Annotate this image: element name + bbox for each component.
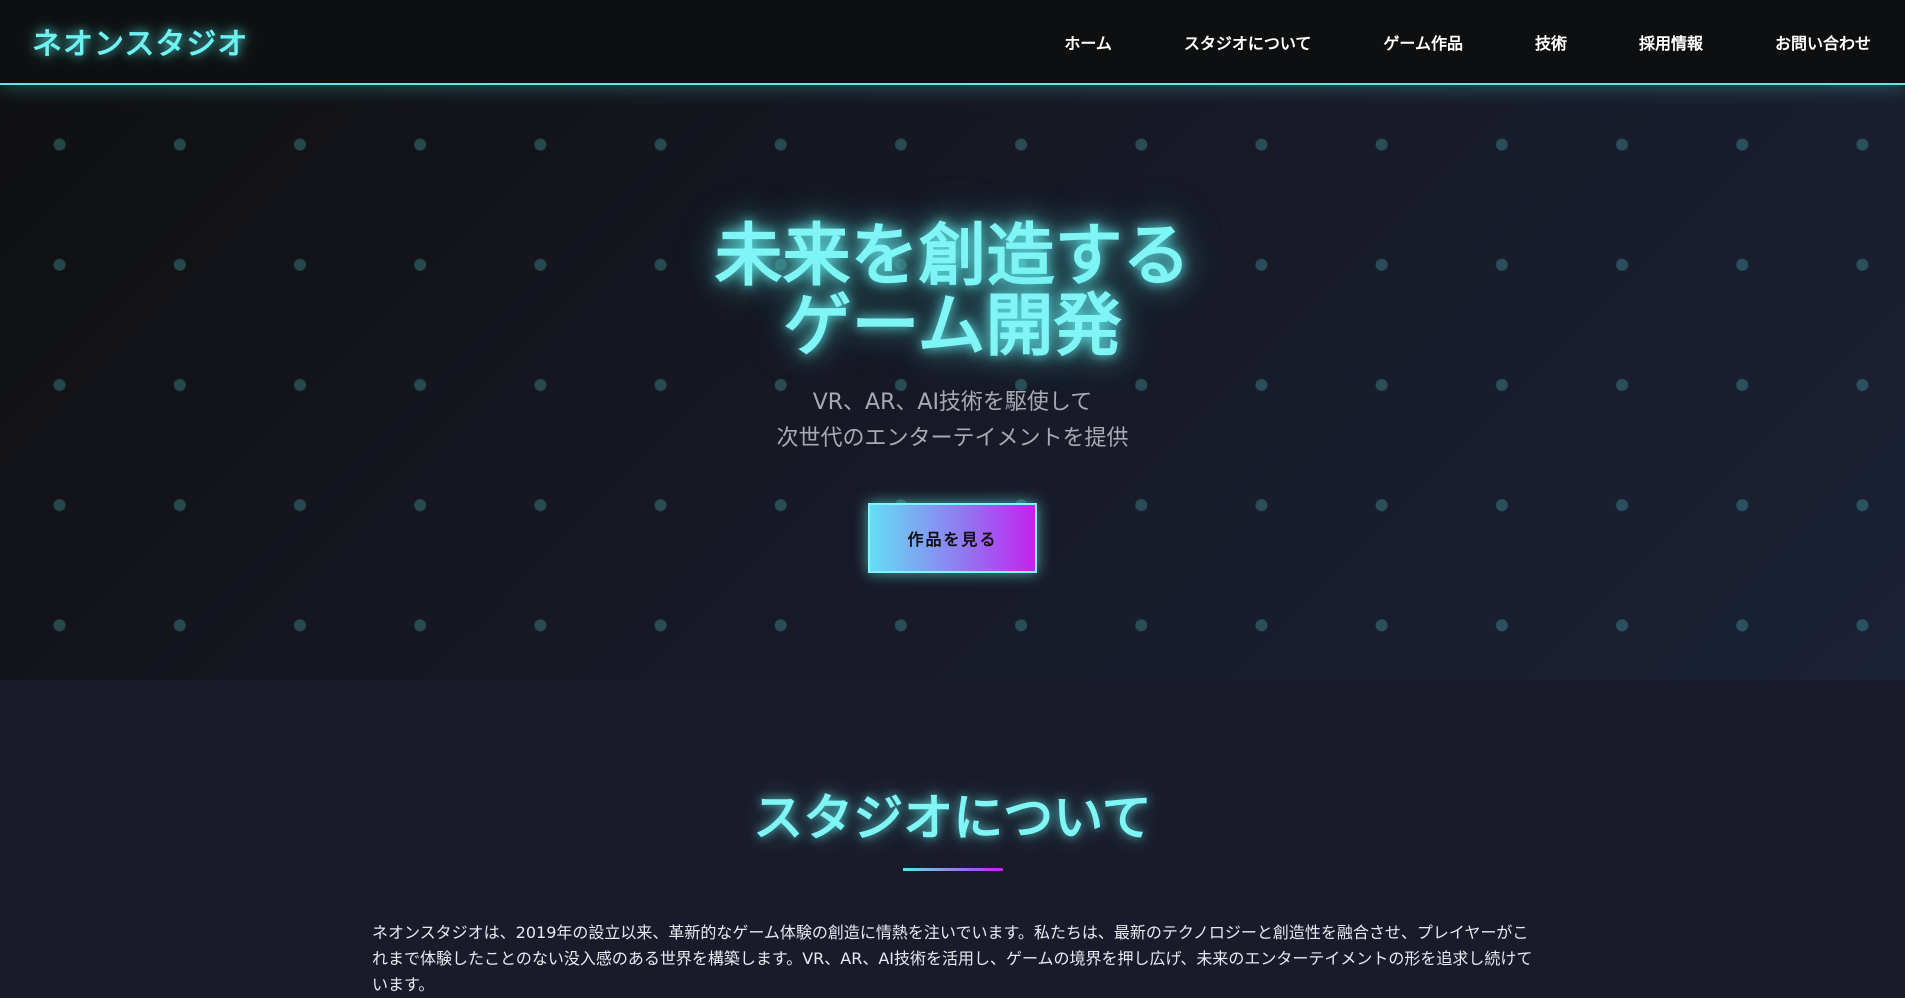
hero-dot-pattern bbox=[0, 85, 1905, 680]
about-title: スタジオについて bbox=[753, 789, 1152, 847]
main-nav: ホーム スタジオについて ゲーム作品 技術 採用情報 お問い合わせ bbox=[1064, 0, 1871, 83]
nav-item-games[interactable]: ゲーム作品 bbox=[1383, 30, 1463, 54]
hero-title-line-1: 未来を創造する bbox=[714, 217, 1191, 296]
hero-subtitle: VR、AR、AI技術を駆使して 次世代のエンターテイメントを提供 bbox=[0, 385, 1905, 457]
about-section: スタジオについて ネオンスタジオは、2019年の設立以来、革新的なゲーム体験の創… bbox=[0, 680, 1905, 994]
site-header: ネオンスタジオ ホーム スタジオについて ゲーム作品 技術 採用情報 お問い合わ… bbox=[0, 0, 1905, 85]
hero-title-line-2: ゲーム開発 bbox=[783, 287, 1122, 366]
hero-section: 未来を創造する ゲーム開発 VR、AR、AI技術を駆使して 次世代のエンターテイ… bbox=[0, 85, 1905, 680]
view-works-button[interactable]: 作品を見る bbox=[868, 503, 1037, 573]
hero-title: 未来を創造する ゲーム開発 bbox=[0, 222, 1905, 362]
nav-item-home[interactable]: ホーム bbox=[1064, 30, 1112, 54]
about-title-underline bbox=[903, 868, 1003, 871]
hero-subtitle-line-2: 次世代のエンターテイメントを提供 bbox=[776, 426, 1129, 451]
nav-item-about[interactable]: スタジオについて bbox=[1184, 30, 1312, 54]
nav-item-careers[interactable]: 採用情報 bbox=[1639, 30, 1703, 54]
nav-item-contact[interactable]: お問い合わせ bbox=[1775, 30, 1871, 54]
about-description: ネオンスタジオは、2019年の設立以来、革新的なゲーム体験の創造に情熱を注いでい… bbox=[372, 923, 1533, 994]
hero-subtitle-line-1: VR、AR、AI技術を駆使して bbox=[812, 390, 1093, 415]
site-logo[interactable]: ネオンスタジオ bbox=[32, 19, 248, 63]
nav-item-technology[interactable]: 技術 bbox=[1535, 30, 1567, 54]
